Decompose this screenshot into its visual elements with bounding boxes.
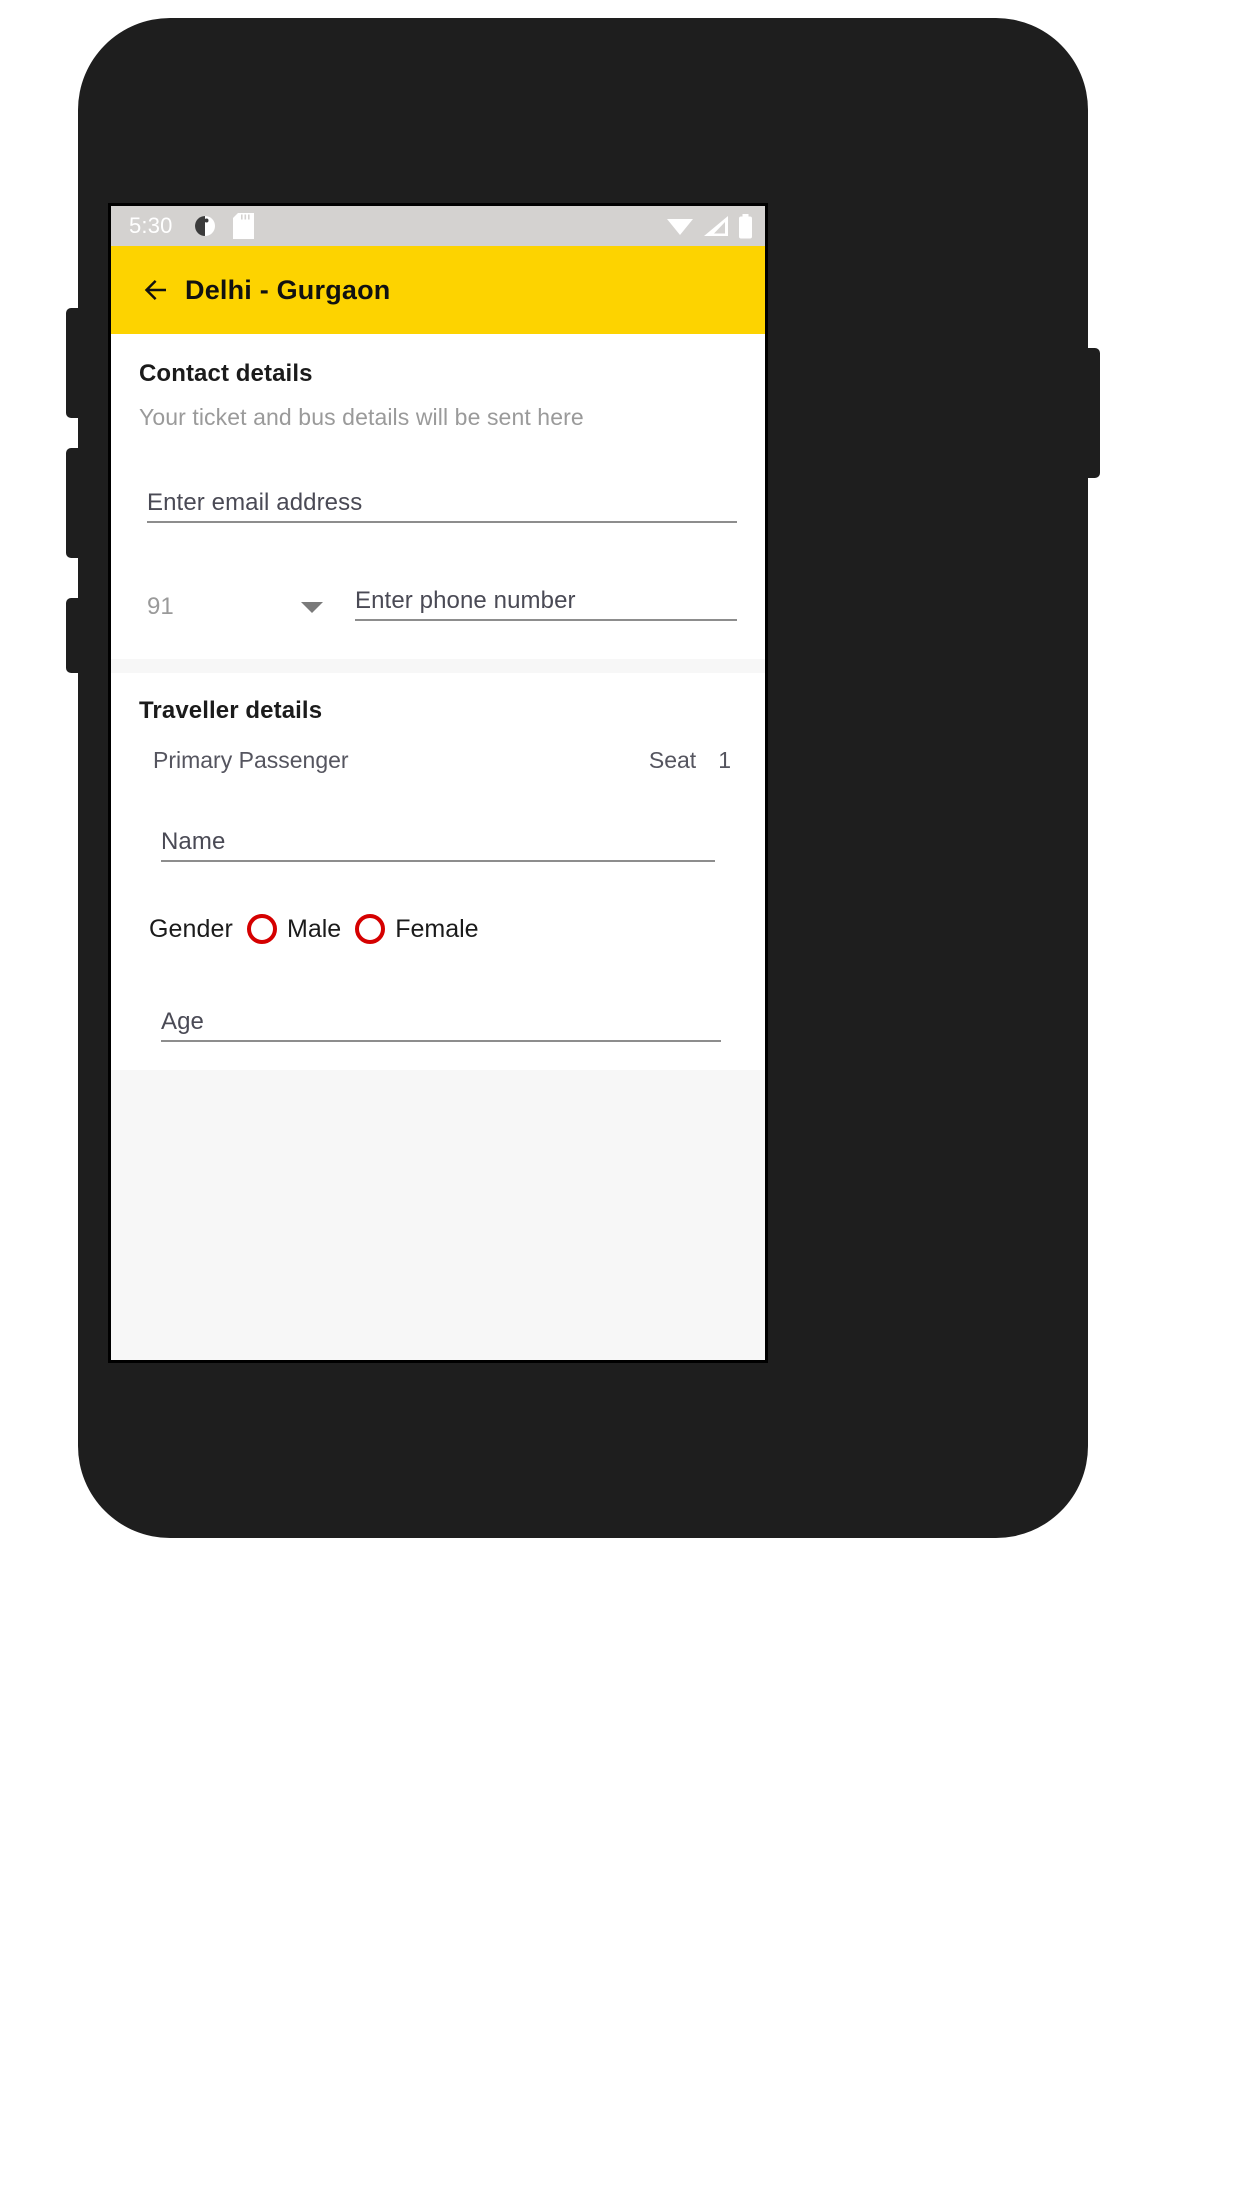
gender-label: Gender bbox=[149, 914, 233, 943]
email-input[interactable]: Enter email address bbox=[147, 475, 737, 523]
passenger-name-placeholder: Name bbox=[161, 828, 226, 855]
phone-number-placeholder: Enter phone number bbox=[355, 587, 576, 614]
status-bar-left-icons bbox=[193, 213, 254, 239]
passenger-name-input[interactable]: Name bbox=[161, 814, 715, 862]
passenger-age-placeholder: Age bbox=[161, 1008, 205, 1035]
app-bar: Delhi - Gurgaon bbox=[111, 246, 765, 334]
gender-option-male[interactable]: Male bbox=[247, 914, 341, 944]
radio-circle-icon[interactable] bbox=[355, 914, 386, 944]
country-code-value: 91 bbox=[147, 593, 174, 620]
alarm-icon bbox=[194, 216, 215, 236]
sd-card-icon bbox=[232, 213, 254, 239]
seat-number-value: 1 bbox=[718, 747, 731, 773]
radio-circle-icon[interactable] bbox=[247, 914, 277, 944]
gender-option-female[interactable]: Female bbox=[355, 914, 479, 944]
gender-option-female-label: Female bbox=[395, 914, 479, 943]
seat-label: Seat bbox=[648, 747, 697, 773]
email-input-placeholder: Enter email address bbox=[147, 489, 363, 516]
chevron-down-icon bbox=[301, 601, 323, 613]
status-bar-clock: 5:30 bbox=[129, 213, 173, 238]
phone-screen: 5:30 Delhi - Gurgaon Contact details You… bbox=[108, 203, 768, 1363]
country-code-dropdown[interactable]: 91 bbox=[147, 593, 345, 621]
status-bar-right-icons bbox=[666, 213, 753, 239]
traveller-details-heading: Traveller details bbox=[139, 697, 323, 724]
content-area: Contact details Your ticket and bus deta… bbox=[111, 334, 765, 1360]
contact-details-subtitle: Your ticket and bus details will be sent… bbox=[139, 404, 584, 430]
gender-selector: Gender Male Female bbox=[149, 914, 737, 944]
battery-icon bbox=[739, 213, 752, 238]
contact-details-card: Contact details Your ticket and bus deta… bbox=[111, 334, 765, 659]
mute-switch-button[interactable] bbox=[66, 598, 80, 673]
phone-number-input[interactable]: Enter phone number bbox=[355, 573, 737, 621]
volume-down-button[interactable] bbox=[66, 448, 80, 558]
cellular-signal-icon bbox=[704, 216, 728, 236]
passenger-header-row: Primary Passenger Seat 1 bbox=[139, 747, 737, 774]
power-button[interactable] bbox=[1086, 348, 1100, 478]
primary-passenger-label: Primary Passenger bbox=[153, 747, 349, 773]
app-bar-title: Delhi - Gurgaon bbox=[185, 274, 391, 305]
phone-row: 91 Enter phone number bbox=[139, 573, 737, 621]
traveller-details-card: Traveller details Primary Passenger Seat… bbox=[111, 673, 765, 1070]
back-arrow-icon[interactable] bbox=[141, 275, 171, 305]
volume-up-button[interactable] bbox=[66, 308, 80, 418]
passenger-age-input[interactable]: Age bbox=[161, 994, 721, 1042]
contact-details-heading: Contact details bbox=[139, 360, 313, 387]
status-bar: 5:30 bbox=[111, 206, 765, 246]
wifi-icon bbox=[667, 219, 693, 235]
gender-option-male-label: Male bbox=[287, 914, 342, 943]
